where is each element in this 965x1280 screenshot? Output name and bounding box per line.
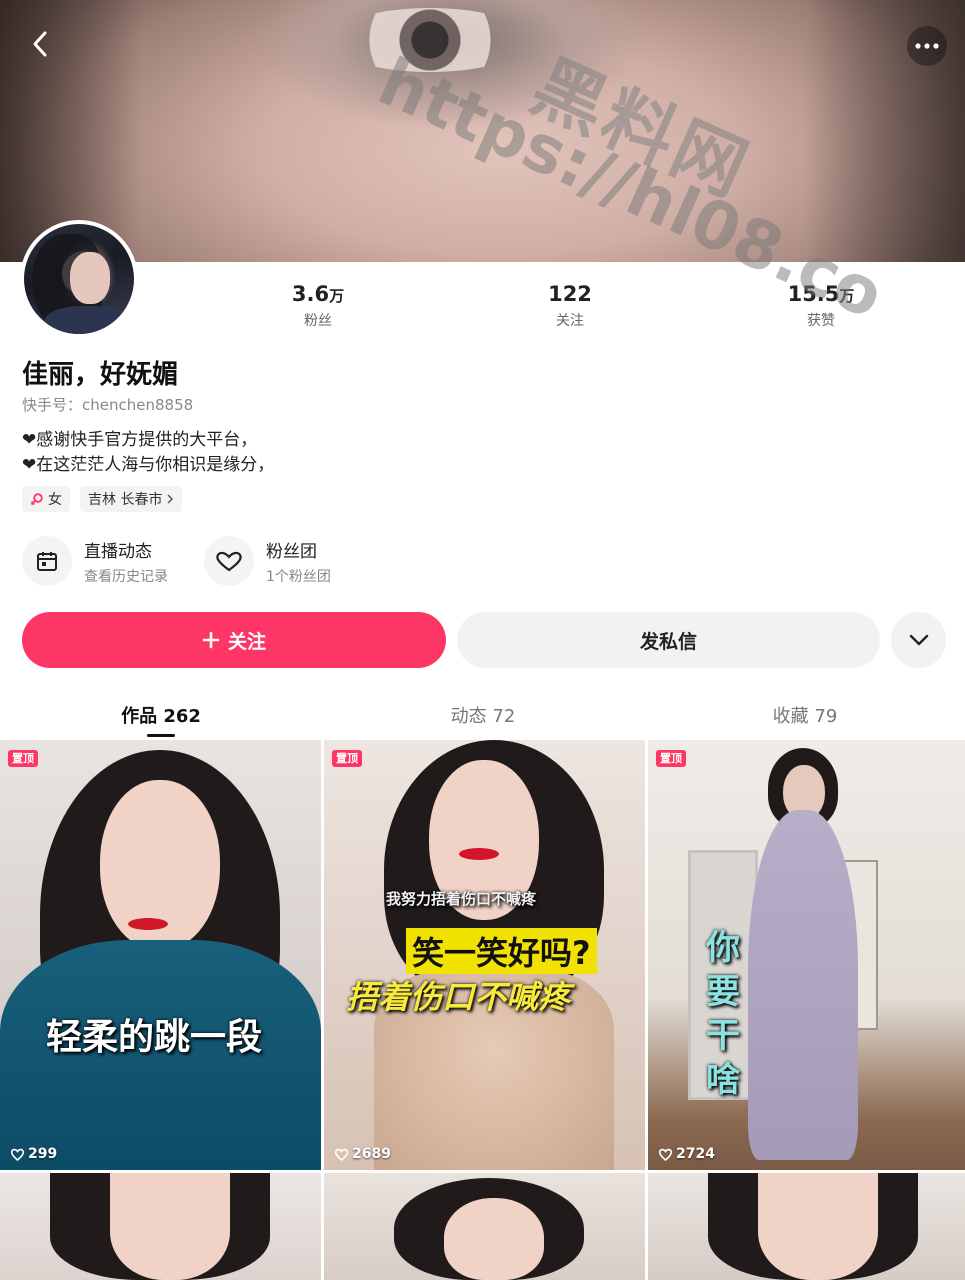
- profile-banner: [0, 0, 965, 262]
- profile-name: 佳丽，好妩媚: [22, 360, 179, 390]
- like-count: 2689: [334, 1146, 391, 1162]
- avatar[interactable]: [20, 220, 138, 338]
- heart-outline-icon: [334, 1148, 349, 1161]
- content-tabs: 作品 262 动态 72 收藏 79: [0, 690, 965, 738]
- pinned-badge: 置顶: [332, 750, 362, 767]
- tab-favorites[interactable]: 收藏 79: [705, 702, 905, 728]
- female-icon: [30, 493, 43, 506]
- fan-club-entry[interactable]: 粉丝团 1个粉丝团: [204, 536, 331, 586]
- quick-entries: 直播动态 查看历史记录 粉丝团 1个粉丝团: [22, 536, 367, 586]
- back-button[interactable]: [22, 26, 58, 62]
- like-count: 2724: [658, 1146, 715, 1162]
- stat-likes[interactable]: 15.5万 获赞: [751, 282, 891, 330]
- heart-outline-icon: [10, 1148, 25, 1161]
- message-button[interactable]: 发私信: [457, 612, 880, 668]
- profile-tags: 女 吉林 长春市: [22, 486, 183, 512]
- chevron-left-icon: [33, 31, 47, 57]
- pinned-badge: 置顶: [8, 750, 38, 767]
- video-caption: 你要干啥: [706, 928, 740, 1100]
- location-tag[interactable]: 吉林 长春市: [80, 486, 183, 512]
- tab-works[interactable]: 作品 262: [61, 702, 261, 728]
- profile-bio: ❤感谢快手官方提供的大平台， ❤在这茫茫人海与你相识是缘分，: [22, 430, 275, 475]
- pinned-badge: 置顶: [656, 750, 686, 767]
- heart-outline-icon: [658, 1148, 673, 1161]
- video-grid: 置顶 轻柔的跳一段 299 置顶 我努力捂着伤口不喊疼 笑一笑好吗? 捂着伤口不…: [0, 740, 965, 1280]
- plus-icon: [202, 631, 220, 649]
- banner-image: [330, 8, 530, 72]
- profile-stats: 3.6万 粉丝 122 关注 15.5万 获赞: [0, 282, 965, 342]
- stat-label: 关注: [556, 313, 584, 329]
- gender-tag: 女: [22, 486, 70, 512]
- video-caption: 轻柔的跳一段: [46, 1017, 263, 1058]
- stat-label: 获赞: [807, 313, 835, 329]
- stat-fans[interactable]: 3.6万 粉丝: [248, 282, 388, 330]
- more-dots-icon: [915, 43, 939, 49]
- tab-indicator: [147, 734, 175, 737]
- stat-following[interactable]: 122 关注: [500, 282, 640, 330]
- follow-button[interactable]: 关注: [22, 612, 446, 668]
- video-card[interactable]: 置顶 轻柔的跳一段 299: [0, 740, 321, 1170]
- video-card[interactable]: [648, 1173, 965, 1280]
- stat-label: 粉丝: [304, 313, 332, 329]
- profile-uid: 快手号：chenchen8858: [22, 396, 194, 414]
- video-caption-main: 笑一笑好吗?: [406, 928, 597, 974]
- calendar-icon: [37, 552, 57, 571]
- more-button[interactable]: [907, 26, 947, 66]
- like-count: 299: [10, 1146, 57, 1162]
- chevron-down-icon: [909, 634, 928, 646]
- recommend-dropdown-button[interactable]: [891, 612, 946, 668]
- heart-icon: [216, 551, 242, 572]
- video-card[interactable]: 置顶 你要干啥 2724: [648, 740, 965, 1170]
- video-caption-sub: 捂着伤口不喊疼: [346, 978, 571, 1016]
- tab-moments[interactable]: 动态 72: [383, 702, 583, 728]
- video-card[interactable]: [324, 1173, 645, 1280]
- video-card[interactable]: 置顶 我努力捂着伤口不喊疼 笑一笑好吗? 捂着伤口不喊疼 2689: [324, 740, 645, 1170]
- chevron-right-icon: [167, 494, 174, 504]
- live-history-entry[interactable]: 直播动态 查看历史记录: [22, 536, 168, 586]
- video-card[interactable]: [0, 1173, 321, 1280]
- video-caption-small: 我努力捂着伤口不喊疼: [386, 890, 537, 908]
